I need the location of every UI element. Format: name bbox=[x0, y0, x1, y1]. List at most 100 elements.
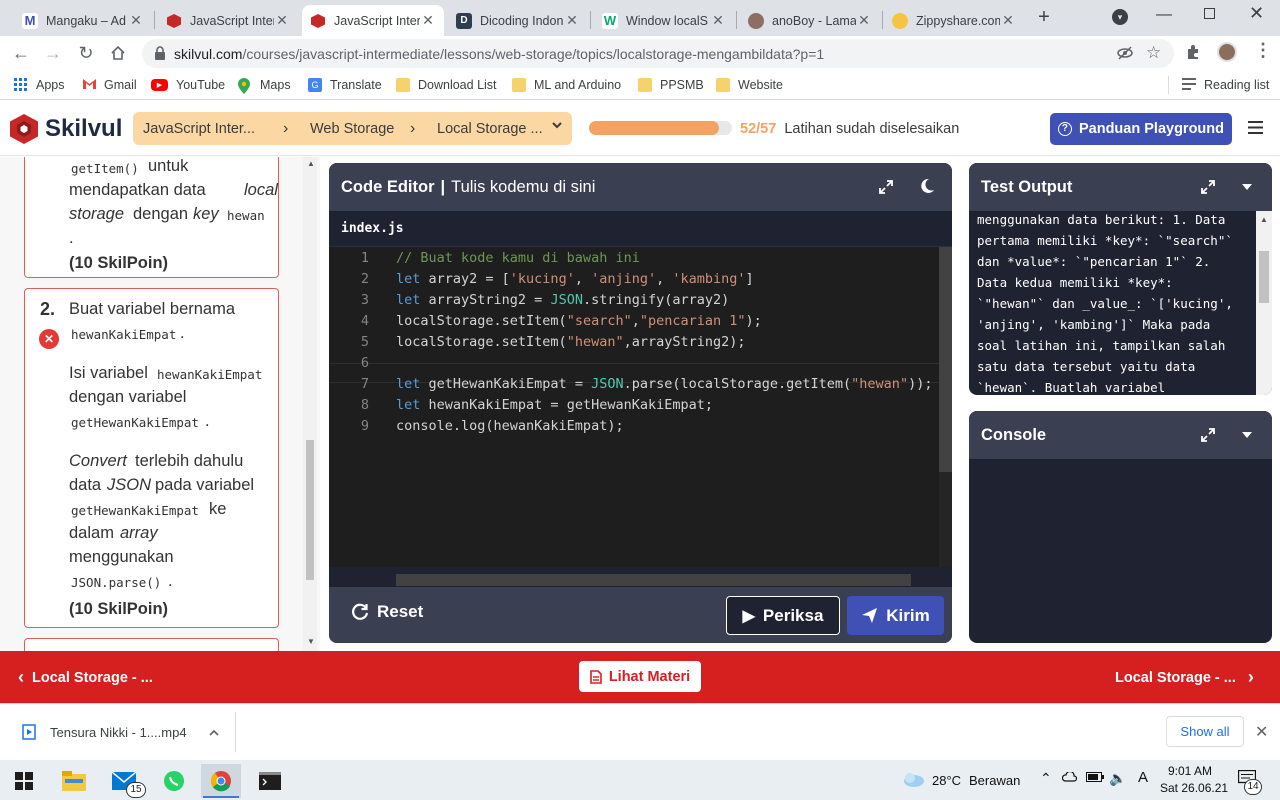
close-icon[interactable]: ✕ bbox=[420, 12, 436, 29]
bookmark-gmail[interactable]: Gmail bbox=[82, 76, 137, 94]
task-text: Buat variabel bernama bbox=[69, 300, 236, 318]
window-close-icon[interactable]: ✕ bbox=[1249, 3, 1264, 24]
back-icon[interactable]: ← bbox=[9, 41, 33, 65]
reset-button[interactable]: Reset bbox=[351, 602, 423, 622]
clock-time[interactable]: 9:01 AM bbox=[1168, 764, 1212, 778]
expand-icon[interactable] bbox=[1200, 179, 1216, 195]
bookmark-website[interactable]: Website bbox=[716, 76, 783, 94]
task-scrollbar[interactable]: ▲ ▼ bbox=[303, 157, 317, 651]
prev-topic-label: Local Storage - ... bbox=[32, 669, 153, 686]
close-icon[interactable]: ✕ bbox=[274, 12, 290, 29]
terminal-icon[interactable] bbox=[250, 764, 290, 798]
browser-tab[interactable]: M Mangaku – Ad ✕ bbox=[14, 5, 152, 36]
browser-tab[interactable]: anoBoy - Lama ✕ bbox=[740, 5, 880, 36]
line-number: 2 bbox=[360, 271, 369, 287]
panduan-playground-button[interactable]: ? Panduan Playground bbox=[1050, 113, 1232, 145]
chevron-down-icon[interactable] bbox=[551, 119, 563, 131]
chevron-up-icon[interactable] bbox=[208, 729, 219, 736]
close-icon[interactable]: ✕ bbox=[856, 12, 872, 29]
bookmark-star-icon[interactable]: ☆ bbox=[1146, 43, 1161, 63]
code-area[interactable]: 1 2 3 4 5 6 7 8 9 // Buat kode kamu di b… bbox=[329, 247, 952, 586]
browser-tab[interactable]: Zippyshare.com ✕ bbox=[884, 5, 1024, 36]
line-number: 4 bbox=[360, 313, 369, 329]
profile-avatar[interactable] bbox=[1217, 42, 1237, 62]
bookmark-youtube[interactable]: ▶ YouTube bbox=[151, 76, 225, 94]
hamburger-menu-icon[interactable] bbox=[1248, 121, 1263, 134]
volume-icon[interactable]: 🔈 bbox=[1109, 770, 1126, 787]
new-tab-icon[interactable]: + bbox=[1033, 6, 1055, 28]
expand-icon[interactable] bbox=[1200, 427, 1216, 443]
bookmark-maps[interactable]: Maps bbox=[238, 76, 291, 94]
windows-start-icon[interactable] bbox=[4, 764, 44, 798]
error-x-icon: ✕ bbox=[39, 329, 59, 349]
editor-vertical-scrollbar[interactable] bbox=[939, 247, 952, 567]
file-tab[interactable]: index.js bbox=[329, 211, 952, 247]
weather-cloud-icon[interactable] bbox=[901, 770, 925, 788]
chevron-down-icon[interactable] bbox=[1242, 183, 1252, 191]
lock-icon[interactable] bbox=[154, 46, 166, 60]
scroll-down-icon[interactable]: ▼ bbox=[307, 637, 315, 646]
download-item[interactable]: Tensura Nikki - 1....mp4 bbox=[10, 712, 236, 752]
bookmark-download-list[interactable]: Download List bbox=[396, 76, 497, 94]
address-bar[interactable]: skilvul.com/courses/javascript-intermedi… bbox=[142, 39, 1174, 68]
forward-icon[interactable]: → bbox=[41, 41, 65, 65]
tab-search-icon[interactable]: ▾ bbox=[1112, 9, 1128, 25]
scrollbar-thumb[interactable] bbox=[306, 440, 314, 580]
expand-icon[interactable] bbox=[878, 179, 894, 195]
test-output-title: Test Output bbox=[981, 177, 1073, 196]
chrome-icon[interactable] bbox=[201, 764, 241, 798]
scroll-up-icon[interactable]: ▲ bbox=[307, 159, 315, 168]
tab-title: JavaScript Inter bbox=[190, 13, 274, 28]
eye-off-icon[interactable] bbox=[1117, 45, 1133, 61]
file-explorer-icon[interactable] bbox=[54, 764, 94, 798]
battery-icon[interactable] bbox=[1086, 772, 1104, 782]
restore-icon[interactable] bbox=[1204, 8, 1215, 19]
browser-tab[interactable]: D Dicoding Indon ✕ bbox=[448, 5, 588, 36]
kirim-button[interactable]: Kirim bbox=[847, 596, 944, 635]
clock-date[interactable]: Sat 26.06.21 bbox=[1160, 781, 1228, 795]
breadcrumb-lesson[interactable]: Web Storage bbox=[310, 121, 394, 137]
language-icon[interactable]: A bbox=[1138, 769, 1148, 786]
onedrive-cloud-icon[interactable] bbox=[1062, 772, 1078, 782]
lihat-materi-button[interactable]: Lihat Materi bbox=[579, 661, 701, 692]
reading-list[interactable]: Reading list bbox=[1168, 76, 1269, 94]
close-downloads-icon[interactable]: ✕ bbox=[1255, 722, 1268, 742]
close-icon[interactable]: ✕ bbox=[128, 12, 144, 29]
home-icon[interactable] bbox=[106, 41, 130, 65]
close-icon[interactable]: ✕ bbox=[1000, 12, 1016, 29]
reload-icon[interactable]: ↻ bbox=[74, 41, 98, 65]
close-icon[interactable]: ✕ bbox=[710, 12, 726, 29]
bookmark-ppsmb[interactable]: PPSMB bbox=[638, 76, 704, 94]
scroll-up-icon[interactable]: ▲ bbox=[1260, 215, 1268, 224]
test-output-scrollbar[interactable]: ▲ bbox=[1256, 211, 1272, 395]
breadcrumb-topic[interactable]: Local Storage ... bbox=[437, 121, 543, 137]
dicoding-favicon-icon: D bbox=[456, 12, 472, 29]
browser-tab[interactable]: W Window localS ✕ bbox=[594, 5, 734, 36]
close-icon[interactable]: ✕ bbox=[564, 12, 580, 29]
minimize-icon[interactable]: — bbox=[1156, 6, 1172, 24]
prev-topic-link[interactable]: ‹ Local Storage - ... bbox=[18, 667, 153, 688]
breadcrumb-course[interactable]: JavaScript Inter... bbox=[143, 121, 255, 137]
bookmark-ml-arduino[interactable]: ML and Arduino bbox=[512, 76, 621, 94]
browser-tab-active[interactable]: JavaScript Inter ✕ bbox=[302, 5, 444, 36]
bookmark-translate[interactable]: G Translate bbox=[308, 76, 382, 94]
skilvul-logo[interactable]: Skilvul bbox=[8, 113, 122, 145]
file-name: index.js bbox=[341, 221, 404, 236]
editor-horizontal-scrollbar[interactable] bbox=[396, 574, 911, 586]
chevron-down-icon[interactable] bbox=[1242, 431, 1252, 439]
tray-chevron-up-icon[interactable]: ⌃ bbox=[1040, 770, 1052, 787]
show-all-button[interactable]: Show all bbox=[1166, 716, 1244, 747]
scrollbar-thumb[interactable] bbox=[939, 247, 952, 472]
lihat-materi-label: Lihat Materi bbox=[608, 668, 691, 685]
bookmark-apps[interactable]: Apps bbox=[14, 76, 65, 94]
extensions-icon[interactable] bbox=[1185, 44, 1201, 60]
code-line: let arrayString2 = JSON.stringify(array2… bbox=[396, 292, 730, 308]
periksa-button[interactable]: ▶ Periksa bbox=[726, 596, 840, 635]
kebab-menu-icon[interactable]: ⋮ bbox=[1254, 40, 1272, 61]
mail-icon[interactable]: 15 bbox=[104, 764, 146, 798]
browser-tab[interactable]: JavaScript Inter ✕ bbox=[158, 5, 298, 36]
whatsapp-icon[interactable] bbox=[154, 764, 194, 798]
dark-mode-moon-icon[interactable] bbox=[919, 178, 935, 194]
next-topic-link[interactable]: Local Storage - ... › bbox=[1115, 667, 1254, 688]
scrollbar-thumb[interactable] bbox=[1259, 251, 1269, 303]
